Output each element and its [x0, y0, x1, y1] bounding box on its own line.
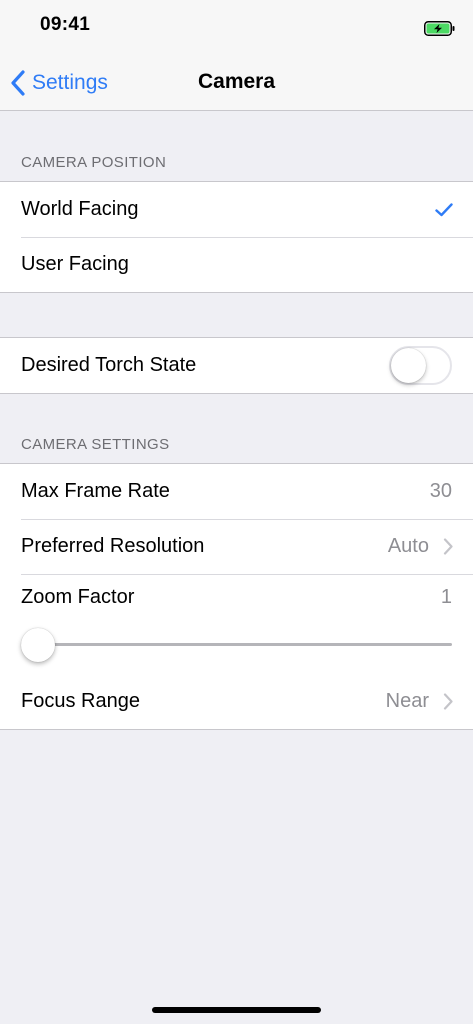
zoom-factor-slider[interactable] [21, 628, 452, 662]
zoom-factor-value: 1 [440, 586, 452, 608]
torch-label: Desired Torch State [21, 354, 197, 376]
preferred-resolution-label: Preferred Resolution [21, 535, 205, 557]
home-indicator[interactable] [152, 1007, 321, 1013]
zoom-factor-label: Zoom Factor [21, 586, 135, 608]
slider-track [21, 643, 452, 646]
max-frame-rate-value: 30 [429, 480, 452, 502]
chevron-right-icon [443, 538, 453, 555]
navigation-bar: Settings Camera [0, 50, 473, 111]
chevron-right-icon [443, 693, 453, 710]
option-user-facing[interactable]: User Facing [0, 237, 473, 292]
checkmark-icon [435, 202, 453, 216]
slider-thumb[interactable] [21, 628, 55, 662]
option-label: User Facing [21, 253, 129, 275]
section-header-camera-settings: CAMERA SETTINGS [21, 436, 170, 453]
option-world-facing[interactable]: World Facing [0, 182, 473, 237]
max-frame-rate-row[interactable]: Max Frame Rate 30 [0, 464, 473, 519]
max-frame-rate-label: Max Frame Rate [21, 480, 170, 502]
torch-toggle[interactable] [389, 346, 452, 385]
preferred-resolution-row[interactable]: Preferred Resolution Auto [0, 519, 473, 574]
zoom-factor-row: Zoom Factor 1 [0, 574, 473, 674]
torch-row: Desired Torch State [0, 338, 473, 393]
preferred-resolution-value: Auto [387, 535, 429, 557]
camera-position-group: World Facing User Facing [0, 181, 473, 293]
focus-range-row[interactable]: Focus Range Near [0, 674, 473, 729]
status-time: 09:41 [40, 14, 91, 35]
torch-group: Desired Torch State [0, 337, 473, 394]
section-header-camera-position: CAMERA POSITION [21, 154, 167, 171]
focus-range-value: Near [385, 690, 429, 712]
status-bar: 09:41 [0, 0, 473, 50]
camera-settings-screen: 09:41 Settings Camera CAMERA POSITION Wo… [0, 0, 473, 1024]
option-label: World Facing [21, 198, 139, 220]
focus-range-label: Focus Range [21, 690, 140, 712]
toggle-knob [391, 348, 426, 383]
battery-charging-icon [424, 21, 455, 36]
page-title: Camera [197, 70, 276, 93]
camera-settings-group: Max Frame Rate 30 Preferred Resolution A… [0, 463, 473, 730]
